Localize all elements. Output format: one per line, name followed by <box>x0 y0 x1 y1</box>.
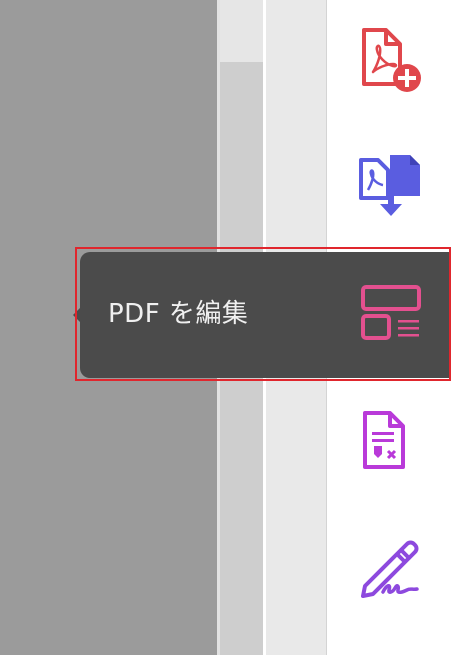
sign-button[interactable] <box>357 534 423 600</box>
export-pdf-button[interactable] <box>358 152 424 220</box>
export-pdf-icon <box>358 152 424 220</box>
edit-pdf-button[interactable] <box>360 284 422 342</box>
sign-icon <box>357 534 423 600</box>
fill-sign-button[interactable] <box>362 410 406 470</box>
edit-pdf-icon <box>360 284 422 342</box>
create-pdf-button[interactable] <box>360 28 424 94</box>
create-pdf-icon <box>360 28 424 94</box>
fill-sign-icon <box>362 410 406 470</box>
tooltip-label: PDF を編集 <box>108 299 249 329</box>
